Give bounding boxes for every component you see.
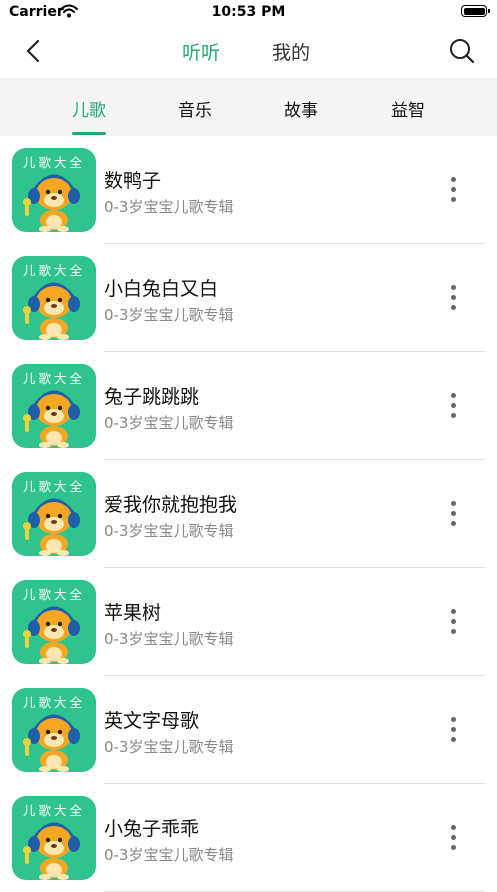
song-subtitle: 0-3岁宝宝儿歌专辑 xyxy=(104,738,234,756)
segment-mine[interactable]: 我的 xyxy=(272,38,310,65)
album-thumbnail: 儿歌大全 xyxy=(12,256,96,340)
thumbnail-label: 儿歌大全 xyxy=(22,155,85,170)
album-thumbnail: 儿歌大全 xyxy=(12,688,96,772)
album-thumbnail: 儿歌大全 xyxy=(12,796,96,880)
nav-bar: 听听 我的 xyxy=(0,26,497,78)
song-title: 小白兔白又白 xyxy=(104,278,219,300)
tab-stories[interactable]: 故事 xyxy=(284,96,318,121)
more-options-icon[interactable] xyxy=(446,174,462,206)
active-tab-indicator xyxy=(72,132,106,135)
song-subtitle: 0-3岁宝宝儿歌专辑 xyxy=(104,846,234,864)
list-item[interactable]: 儿歌大全 苹果树 0-3岁宝宝儿歌专辑 xyxy=(0,568,497,676)
song-subtitle: 0-3岁宝宝儿歌专辑 xyxy=(104,522,234,540)
more-options-icon[interactable] xyxy=(446,390,462,422)
song-subtitle: 0-3岁宝宝儿歌专辑 xyxy=(104,414,234,432)
song-subtitle: 0-3岁宝宝儿歌专辑 xyxy=(104,198,234,216)
status-time: 10:53 PM xyxy=(211,4,286,20)
list-item[interactable]: 儿歌大全 小白兔白又白 0-3岁宝宝儿歌专辑 xyxy=(0,244,497,352)
more-options-icon[interactable] xyxy=(446,606,462,638)
song-subtitle: 0-3岁宝宝儿歌专辑 xyxy=(104,306,234,324)
tab-nursery-rhymes[interactable]: 儿歌 xyxy=(72,96,106,121)
more-options-icon[interactable] xyxy=(446,498,462,530)
more-options-icon[interactable] xyxy=(446,822,462,854)
thumbnail-label: 儿歌大全 xyxy=(22,803,85,818)
thumbnail-label: 儿歌大全 xyxy=(22,695,85,710)
category-tabs: 儿歌 音乐 故事 益智 xyxy=(0,78,497,136)
list-item[interactable]: 儿歌大全 小兔子乖乖 0-3岁宝宝儿歌专辑 xyxy=(0,784,497,892)
album-thumbnail: 儿歌大全 xyxy=(12,148,96,232)
album-thumbnail: 儿歌大全 xyxy=(12,472,96,556)
song-title: 苹果树 xyxy=(104,602,162,624)
tab-puzzle[interactable]: 益智 xyxy=(391,96,425,121)
tab-music[interactable]: 音乐 xyxy=(178,96,212,121)
song-title: 数鸭子 xyxy=(104,170,162,192)
more-options-icon[interactable] xyxy=(446,282,462,314)
list-item[interactable]: 儿歌大全 兔子跳跳跳 0-3岁宝宝儿歌专辑 xyxy=(0,352,497,460)
list-item[interactable]: 儿歌大全 数鸭子 0-3岁宝宝儿歌专辑 xyxy=(0,136,497,244)
song-subtitle: 0-3岁宝宝儿歌专辑 xyxy=(104,630,234,648)
segment-listen[interactable]: 听听 xyxy=(182,38,220,65)
song-title: 兔子跳跳跳 xyxy=(104,386,200,408)
thumbnail-label: 儿歌大全 xyxy=(22,587,85,602)
search-icon[interactable] xyxy=(449,38,475,64)
thumbnail-label: 儿歌大全 xyxy=(22,371,85,386)
song-title: 爱我你就抱抱我 xyxy=(104,494,238,516)
list-item[interactable]: 儿歌大全 爱我你就抱抱我 0-3岁宝宝儿歌专辑 xyxy=(0,460,497,568)
status-bar: Carrier 10:53 PM xyxy=(0,0,497,26)
song-title: 英文字母歌 xyxy=(104,710,200,732)
song-title: 小兔子乖乖 xyxy=(104,818,200,840)
album-thumbnail: 儿歌大全 xyxy=(12,364,96,448)
thumbnail-label: 儿歌大全 xyxy=(22,263,85,278)
list-item[interactable]: 儿歌大全 英文字母歌 0-3岁宝宝儿歌专辑 xyxy=(0,676,497,784)
more-options-icon[interactable] xyxy=(446,714,462,746)
album-thumbnail: 儿歌大全 xyxy=(12,580,96,664)
chevron-left-icon[interactable] xyxy=(22,38,46,64)
battery-icon xyxy=(461,5,490,17)
thumbnail-label: 儿歌大全 xyxy=(22,479,85,494)
